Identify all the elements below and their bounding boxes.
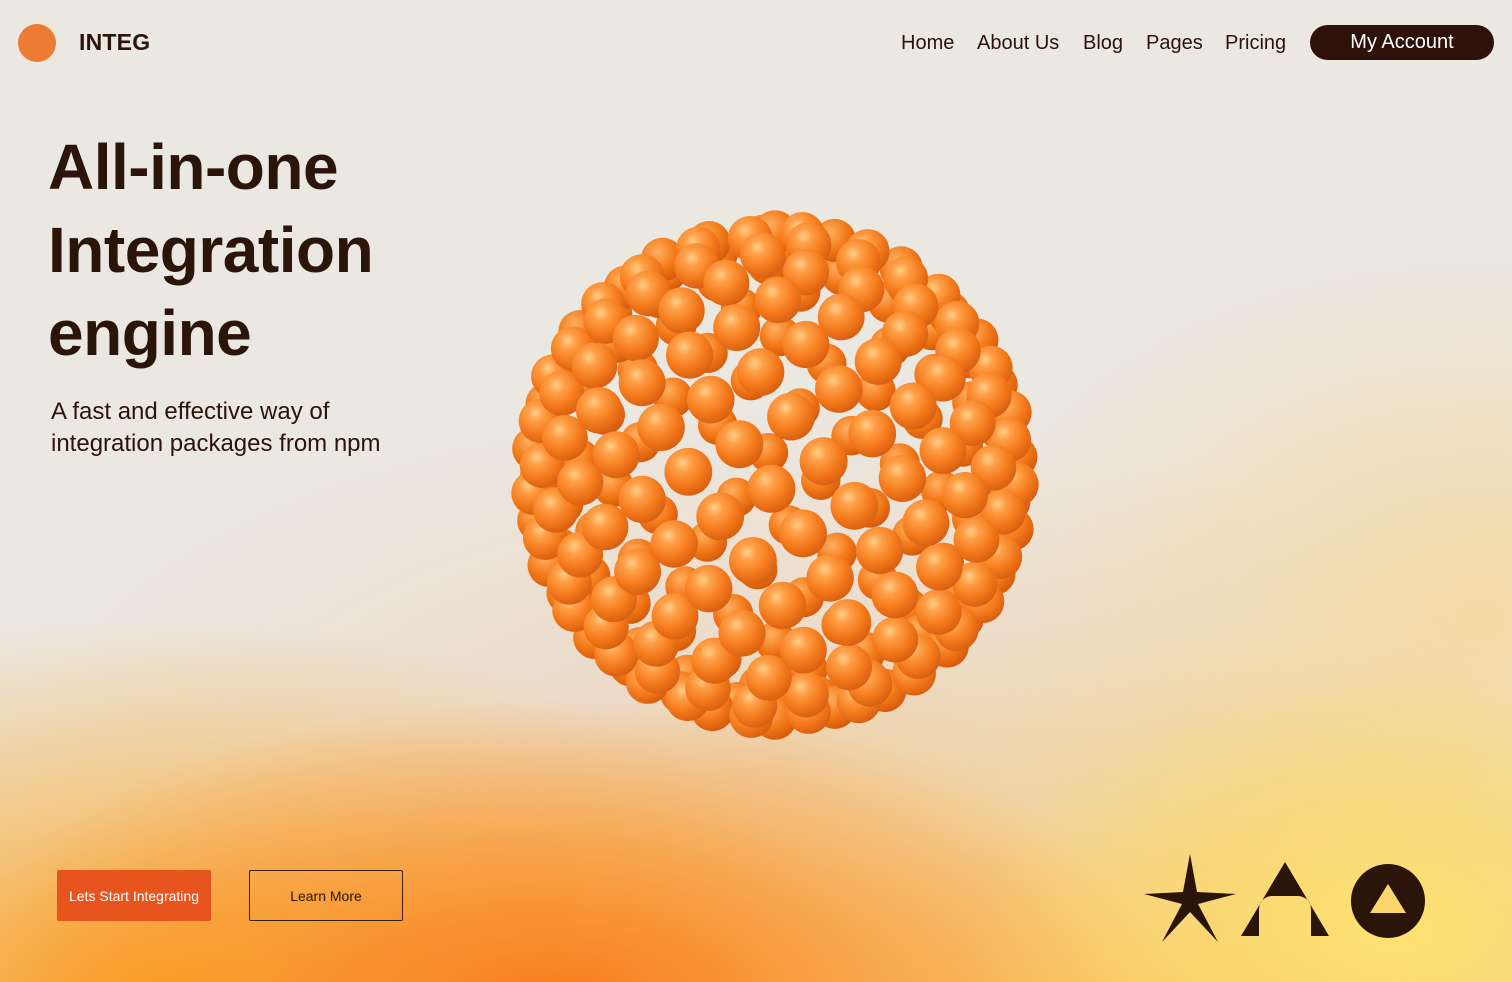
sphere-ball bbox=[618, 475, 666, 523]
sphere-ball bbox=[916, 544, 963, 591]
sphere-ball bbox=[915, 589, 962, 635]
sphere-ball bbox=[718, 609, 766, 657]
hero-subtitle-line: integration packages from npm bbox=[51, 430, 381, 457]
sphere-ball bbox=[758, 581, 807, 630]
hero-title: All-in-one Integration engine bbox=[48, 126, 468, 375]
sphere-ball bbox=[696, 492, 745, 541]
sphere-ball bbox=[941, 472, 989, 519]
hero-title-line: All-in-one bbox=[48, 131, 339, 203]
sphere-ball bbox=[736, 348, 785, 396]
sphere-ball bbox=[703, 259, 750, 306]
sphere-ball bbox=[767, 392, 815, 441]
hero-title-line: engine bbox=[48, 297, 252, 369]
sphere-ball bbox=[806, 554, 854, 602]
sphere-ball bbox=[919, 427, 967, 474]
nav-pricing[interactable]: Pricing bbox=[1225, 29, 1286, 57]
sphere-ball bbox=[592, 431, 640, 479]
sphere-ball bbox=[815, 365, 863, 413]
sphere-ball bbox=[581, 503, 629, 551]
sphere-ball bbox=[713, 304, 761, 351]
hero-subtitle-line: A fast and effective way of bbox=[51, 398, 330, 425]
nav-about-us[interactable]: About Us bbox=[977, 29, 1059, 57]
sphere-ball bbox=[740, 232, 786, 279]
sphere-ball bbox=[824, 599, 872, 646]
sphere-ball bbox=[637, 403, 685, 451]
sphere-ball bbox=[871, 571, 919, 619]
sphere-ball bbox=[612, 315, 659, 362]
sphere-ball bbox=[953, 516, 1000, 563]
sphere-ball bbox=[830, 481, 879, 530]
nav-pages[interactable]: Pages bbox=[1146, 29, 1203, 57]
circle-triangle-icon bbox=[1351, 864, 1425, 938]
sphere-ball bbox=[664, 447, 713, 496]
sphere-ball bbox=[576, 387, 623, 434]
sphere-ball bbox=[848, 409, 897, 458]
sphere-ball bbox=[854, 337, 902, 385]
sphere-ball bbox=[754, 276, 802, 324]
brand-name[interactable]: INTEG bbox=[79, 29, 150, 56]
sphere-ball bbox=[826, 644, 872, 691]
sphere-ball bbox=[780, 626, 827, 674]
sphere-ball bbox=[686, 375, 735, 424]
sphere-ball bbox=[747, 464, 796, 513]
star-icon bbox=[1144, 854, 1236, 942]
sphere-ball bbox=[779, 509, 827, 558]
sphere-ball bbox=[799, 437, 848, 486]
nav-blog[interactable]: Blog bbox=[1083, 29, 1123, 57]
hero-subtitle: A fast and effective way of integration … bbox=[51, 396, 431, 460]
sphere-ball bbox=[872, 616, 919, 663]
sphere-ball bbox=[685, 564, 733, 613]
partner-icons bbox=[1140, 850, 1440, 950]
sphere-ball bbox=[571, 342, 618, 389]
sphere-ball bbox=[878, 454, 927, 502]
sphere-ball bbox=[715, 420, 764, 469]
sphere-ball bbox=[658, 287, 705, 334]
sphere-ball bbox=[618, 359, 666, 407]
sphere-ball bbox=[729, 537, 777, 585]
nav-home[interactable]: Home bbox=[901, 29, 954, 57]
logo-icon[interactable] bbox=[18, 24, 56, 62]
my-account-button[interactable]: My Account bbox=[1310, 25, 1494, 60]
site-header: INTEG Home About Us Blog Pages Pricing M… bbox=[0, 0, 1512, 86]
arch-icon bbox=[1241, 862, 1329, 936]
sphere-ball bbox=[650, 520, 698, 568]
learn-more-button[interactable]: Learn More bbox=[249, 870, 403, 921]
sphere-illustration bbox=[511, 210, 1039, 740]
sphere-ball bbox=[855, 526, 904, 575]
sphere-ball bbox=[782, 320, 830, 369]
sphere-ball bbox=[666, 331, 714, 379]
sphere-ball bbox=[889, 382, 937, 430]
hero-title-line: Integration bbox=[48, 214, 374, 286]
start-integrating-button[interactable]: Lets Start Integrating bbox=[57, 870, 211, 921]
sphere-ball bbox=[902, 499, 950, 547]
